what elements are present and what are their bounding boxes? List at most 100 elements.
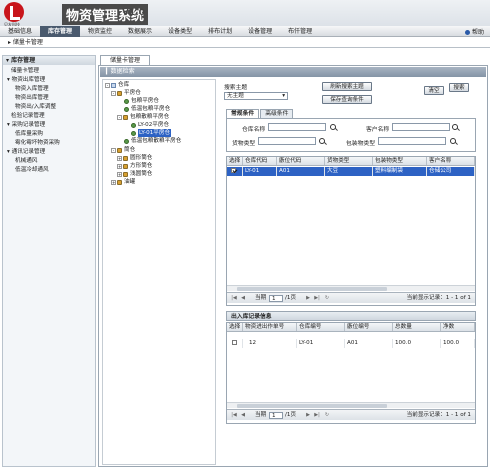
nav-layout-manage[interactable]: 布仟管理	[280, 26, 320, 37]
tree-node-flat[interactable]: - 平房仓	[111, 89, 141, 97]
tree-node-root[interactable]: - 仓库	[105, 81, 129, 89]
nav-inventory[interactable]: 库存管理	[40, 25, 81, 37]
sidebar-item-adjust[interactable]: 物资出/入库调整	[15, 103, 56, 111]
last-page-icon[interactable]: ▶|	[314, 412, 320, 418]
tab-advanced-conditions[interactable]: 高级条件	[260, 109, 294, 118]
tree-node-ly01[interactable]: LY-01平房仓	[131, 129, 172, 137]
help-link[interactable]: 帮助	[464, 27, 484, 36]
location-icon	[131, 122, 136, 128]
save-query-button[interactable]: 保存查询条件	[322, 95, 372, 104]
help-label: 帮助	[471, 29, 484, 36]
sidebar-group-out[interactable]: ▾ 物资出库管理	[7, 76, 45, 84]
chevron-down-icon: ▾	[282, 93, 285, 99]
nav-data-display[interactable]: 数据展示	[120, 26, 160, 37]
tree-node-ly02[interactable]: LY-02平房仓	[131, 121, 169, 129]
first-page-icon[interactable]: |◀	[231, 412, 237, 418]
nav-device-type[interactable]: 设备类型	[160, 26, 200, 37]
row-checkbox[interactable]	[227, 167, 243, 176]
first-page-icon[interactable]: |◀	[231, 295, 237, 301]
sidebar-item-low-stock[interactable]: 低库量采购	[15, 130, 43, 138]
refresh-icon[interactable]: ↻	[324, 295, 330, 301]
sidebar-item-in[interactable]: 物资入库管理	[15, 85, 49, 93]
col-select[interactable]: 选择	[227, 323, 243, 331]
help-icon	[464, 30, 470, 35]
col-warehouse-code[interactable]: 仓库代码	[243, 157, 277, 165]
search-icon[interactable]	[452, 124, 458, 130]
next-page-icon[interactable]: ▶	[305, 412, 311, 418]
prev-page-icon[interactable]: ◀	[240, 295, 246, 301]
col-bin-no[interactable]: 廒位编号	[345, 323, 393, 331]
search-icon[interactable]	[450, 138, 456, 144]
tree-node-shallow-silo[interactable]: + 浅圆筒仓	[117, 170, 152, 178]
tree-node-tank[interactable]: + 油罐	[111, 178, 135, 186]
col-customer-name[interactable]: 客户名称	[427, 157, 475, 165]
prev-page-icon[interactable]: ◀	[240, 412, 246, 418]
last-page-icon[interactable]: ▶|	[314, 295, 320, 301]
col-warehouse-no[interactable]: 仓库编号	[297, 323, 345, 331]
page-number-input[interactable]: 1	[269, 412, 283, 419]
grid1-hscrollbar[interactable]	[227, 285, 475, 291]
collapse-icon[interactable]: -	[117, 114, 122, 120]
sidebar-item-mildew[interactable]: 霉化霉坏物资采购	[15, 139, 60, 147]
collapse-icon[interactable]: -	[111, 90, 116, 96]
sidebar-item-mech-vent[interactable]: 机械通风	[15, 157, 37, 165]
col-order-no[interactable]: 物资进出作单号	[243, 323, 297, 331]
folder-icon	[117, 90, 122, 96]
breadcrumb: ▸ 储量卡管理	[0, 38, 490, 48]
search-icon[interactable]	[330, 124, 336, 130]
grid2-hscrollbar[interactable]	[227, 402, 475, 408]
goods-type-input[interactable]	[258, 137, 316, 145]
col-select[interactable]: 选择	[227, 157, 243, 165]
sidebar-item-inspection[interactable]: 检验记录管理	[11, 112, 45, 120]
table-row[interactable]: LY-01 A01 大豆 塑料编制袋 仓储公司	[227, 167, 475, 176]
refresh-icon[interactable]: ↻	[324, 412, 330, 418]
warehouse-name-input[interactable]	[268, 123, 326, 131]
tree-node-flat-mixed[interactable]: - 包粮散粮平房仓	[117, 113, 169, 121]
checkbox-icon[interactable]	[232, 340, 237, 345]
col-package-type[interactable]: 包装物类型	[373, 157, 427, 165]
tree-node-round-silo[interactable]: + 圆形筒仓	[117, 154, 152, 162]
package-type-input[interactable]	[378, 137, 446, 145]
nav-monitor[interactable]: 物资监控	[80, 26, 120, 37]
search-button[interactable]: 搜索	[449, 83, 469, 92]
sidebar-group-vent[interactable]: ▾ 通讯记录管理	[7, 148, 45, 156]
expand-icon[interactable]: +	[117, 163, 122, 169]
grid2-header: 选择 物资进出作单号 仓库编号 廒位编号 总数量 净数	[227, 323, 475, 332]
expand-icon[interactable]: +	[117, 155, 122, 161]
collapse-icon[interactable]: -	[111, 147, 116, 153]
cell-total-qty: 100.0	[393, 339, 441, 348]
table-row[interactable]: 12 LY-01 A01 100.0 100.0	[227, 339, 475, 348]
refresh-topic-button[interactable]: 刷新搜索主题	[322, 82, 372, 91]
sidebar-item-reserve-card[interactable]: 储量卡管理	[11, 67, 39, 75]
checkbox-icon[interactable]	[231, 168, 236, 173]
nav-basic-info[interactable]: 基础信息	[0, 26, 40, 37]
tab-reserve-card[interactable]: 储量卡管理	[100, 55, 150, 65]
clear-button[interactable]: 清空	[424, 86, 444, 95]
tab-basic-conditions[interactable]: 常规条件	[226, 109, 260, 118]
search-icon[interactable]	[319, 138, 325, 144]
tree-node-flat-low-temp[interactable]: 低温包粮平房仓	[124, 105, 170, 113]
next-page-icon[interactable]: ▶	[305, 295, 311, 301]
collapse-icon[interactable]: -	[105, 82, 110, 88]
tree-node-flat-pack[interactable]: 包粮平房仓	[124, 97, 159, 105]
sidebar-item-cool-vent[interactable]: 低温冷却通风	[15, 166, 49, 174]
topic-select[interactable]: 无主题 ▾	[224, 92, 288, 100]
location-icon	[124, 98, 129, 104]
sidebar-group-purchase[interactable]: ▾ 采购记录管理	[7, 121, 45, 129]
folder-icon	[123, 163, 128, 169]
col-bin-code[interactable]: 廒位代码	[277, 157, 325, 165]
tree-node-square-silo[interactable]: + 方形筒仓	[117, 162, 152, 170]
nav-device-manage[interactable]: 设备管理	[240, 26, 280, 37]
row-checkbox[interactable]	[227, 339, 243, 348]
col-total-qty[interactable]: 总数量	[393, 323, 441, 331]
tree-node-flat-low-mixed[interactable]: 低温包粮散粮平房仓	[124, 137, 181, 145]
customer-name-input[interactable]	[392, 123, 450, 131]
page-number-input[interactable]: 1	[269, 295, 283, 302]
tree-node-silo[interactable]: - 筒仓	[111, 146, 135, 154]
nav-plan[interactable]: 排布计划	[200, 26, 240, 37]
expand-icon[interactable]: +	[111, 179, 116, 185]
sidebar-item-out[interactable]: 物资出库管理	[15, 94, 49, 102]
col-goods-type[interactable]: 货物类型	[325, 157, 373, 165]
expand-icon[interactable]: +	[117, 171, 122, 177]
col-net-qty[interactable]: 净数	[441, 323, 475, 331]
